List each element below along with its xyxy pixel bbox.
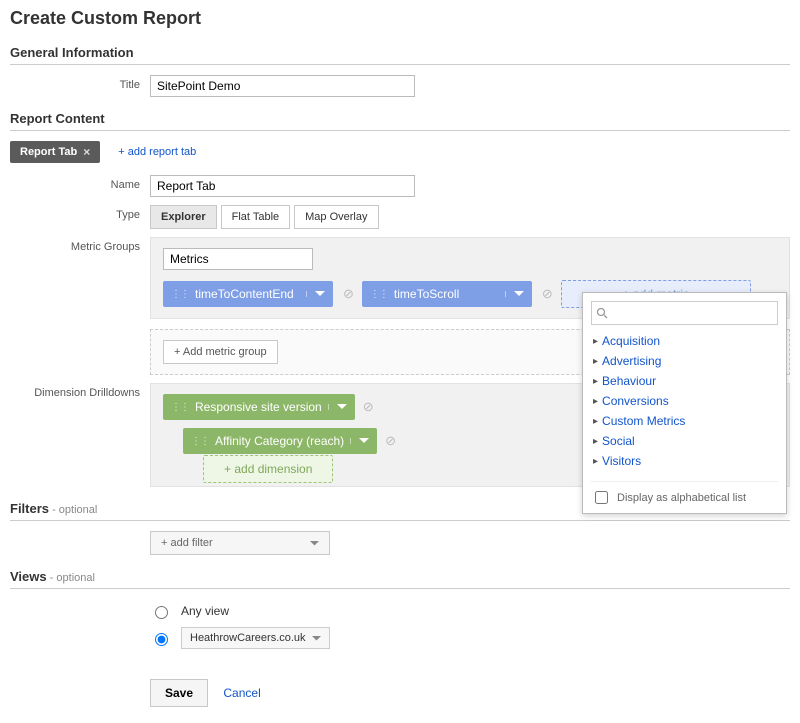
metric-search-field[interactable] <box>591 301 778 325</box>
arrow-right-icon: ▸ <box>593 356 598 367</box>
add-filter-button[interactable]: + add filter <box>150 531 330 555</box>
add-report-tab-link[interactable]: + add report tab <box>118 146 196 158</box>
section-general: General Information <box>10 43 790 65</box>
add-metric-group-button[interactable]: + Add metric group <box>163 340 278 364</box>
remove-metric-icon[interactable]: ⊘ <box>542 286 553 302</box>
metric-search-input[interactable] <box>608 304 773 322</box>
page-title: Create Custom Report <box>10 8 790 29</box>
alphabetical-checkbox[interactable] <box>595 491 608 504</box>
save-button[interactable]: Save <box>150 679 208 707</box>
type-flat-table-button[interactable]: Flat Table <box>221 205 291 229</box>
chevron-down-icon[interactable] <box>306 291 325 297</box>
metric-pill-label: timeToContentEnd <box>195 287 294 301</box>
arrow-right-icon: ▸ <box>593 376 598 387</box>
view-any-radio[interactable] <box>155 606 168 619</box>
metric-category-social[interactable]: ▸Social <box>591 431 778 451</box>
metric-category-conversions[interactable]: ▸Conversions <box>591 391 778 411</box>
view-selected-label: HeathrowCareers.co.uk <box>190 632 306 644</box>
metric-picker-popover: ▸Acquisition ▸Advertising ▸Behaviour ▸Co… <box>582 292 787 514</box>
add-dimension-button[interactable]: + add dimension <box>203 455 333 483</box>
alphabetical-label: Display as alphabetical list <box>617 492 746 504</box>
chevron-down-icon[interactable] <box>328 404 347 410</box>
section-views: Views - optional <box>10 567 790 589</box>
view-selector[interactable]: HeathrowCareers.co.uk <box>181 627 330 649</box>
arrow-right-icon: ▸ <box>593 436 598 447</box>
type-explorer-button[interactable]: Explorer <box>150 205 217 229</box>
remove-dimension-icon[interactable]: ⊘ <box>385 433 396 449</box>
section-content: Report Content <box>10 109 790 131</box>
grip-icon: ⋮⋮ <box>370 289 388 300</box>
cancel-link[interactable]: Cancel <box>223 686 260 700</box>
arrow-right-icon: ▸ <box>593 336 598 347</box>
grip-icon: ⋮⋮ <box>171 289 189 300</box>
dimension-pill-label: Responsive site version <box>195 400 322 414</box>
label-dimension-drilldowns: Dimension Drilldowns <box>10 383 150 399</box>
metric-group-name-input[interactable] <box>163 248 313 270</box>
view-any-label: Any view <box>181 604 229 618</box>
add-filter-label: + add filter <box>161 537 213 549</box>
label-name: Name <box>10 175 150 191</box>
metric-category-acquisition[interactable]: ▸Acquisition <box>591 331 778 351</box>
chevron-down-icon <box>312 636 321 641</box>
metric-pill-timetocontentend[interactable]: ⋮⋮ timeToContentEnd <box>163 281 333 307</box>
arrow-right-icon: ▸ <box>593 396 598 407</box>
tab-report-tab[interactable]: Report Tab × <box>10 141 100 163</box>
remove-dimension-icon[interactable]: ⊘ <box>363 399 374 415</box>
title-input[interactable] <box>150 75 415 97</box>
label-type: Type <box>10 205 150 221</box>
metric-category-custom-metrics[interactable]: ▸Custom Metrics <box>591 411 778 431</box>
arrow-right-icon: ▸ <box>593 416 598 427</box>
name-input[interactable] <box>150 175 415 197</box>
type-toggle-group: Explorer Flat Table Map Overlay <box>150 205 379 229</box>
dimension-pill-affinity[interactable]: ⋮⋮ Affinity Category (reach) <box>183 428 377 454</box>
chevron-down-icon[interactable] <box>350 438 369 444</box>
close-icon[interactable]: × <box>83 145 90 159</box>
arrow-right-icon: ▸ <box>593 456 598 467</box>
grip-icon: ⋮⋮ <box>171 402 189 413</box>
type-map-overlay-button[interactable]: Map Overlay <box>294 205 378 229</box>
chevron-down-icon <box>310 541 319 546</box>
metric-pill-label: timeToScroll <box>394 287 459 301</box>
metric-category-advertising[interactable]: ▸Advertising <box>591 351 778 371</box>
dimension-pill-responsive[interactable]: ⋮⋮ Responsive site version <box>163 394 355 420</box>
view-selected-radio[interactable] <box>155 633 168 646</box>
search-icon <box>596 307 608 319</box>
label-title: Title <box>10 75 150 91</box>
dimension-pill-label: Affinity Category (reach) <box>215 434 344 448</box>
metric-category-behaviour[interactable]: ▸Behaviour <box>591 371 778 391</box>
label-metric-groups: Metric Groups <box>10 237 150 253</box>
tab-label: Report Tab <box>20 146 77 158</box>
grip-icon: ⋮⋮ <box>191 436 209 447</box>
metric-category-visitors[interactable]: ▸Visitors <box>591 451 778 471</box>
chevron-down-icon[interactable] <box>505 291 524 297</box>
remove-metric-icon[interactable]: ⊘ <box>343 286 354 302</box>
metric-pill-timetoscroll[interactable]: ⋮⋮ timeToScroll <box>362 281 532 307</box>
